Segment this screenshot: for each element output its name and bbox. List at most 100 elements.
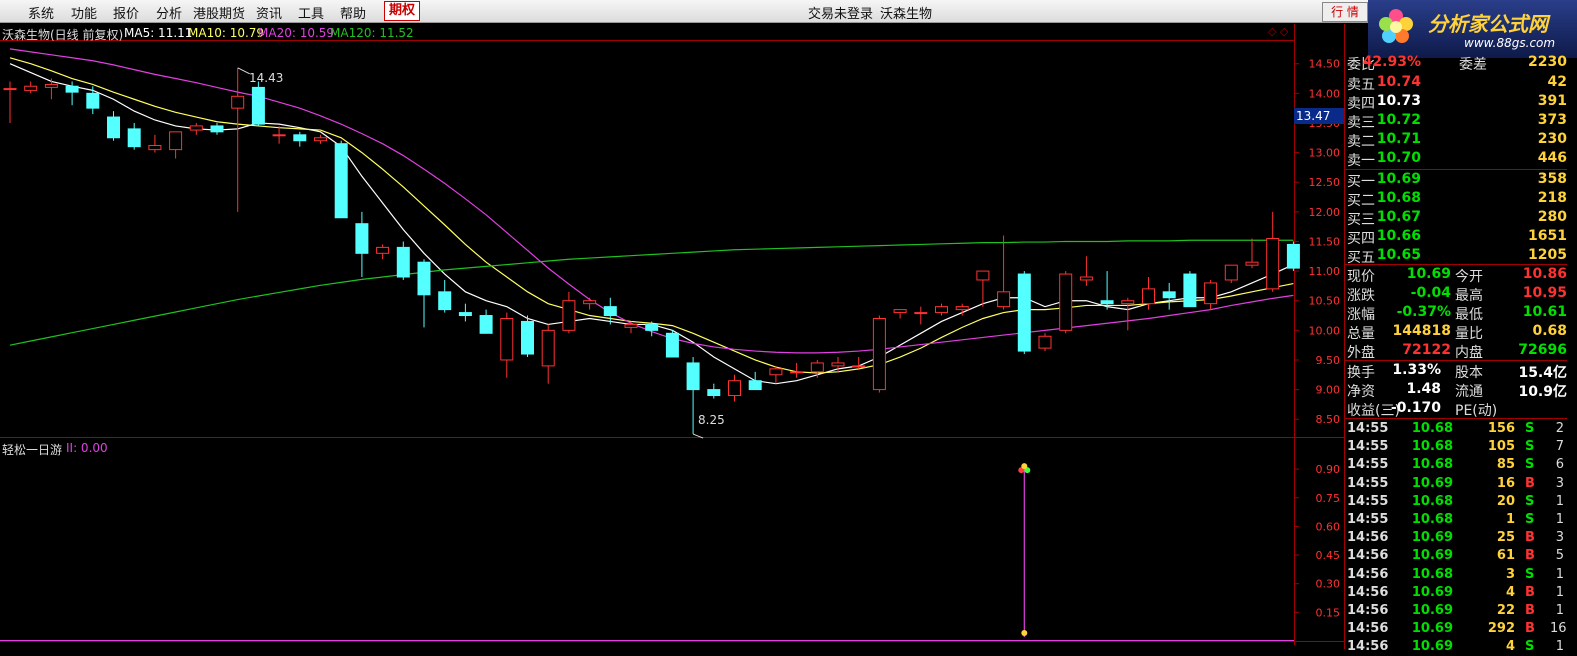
y-tick-label: 11.00 bbox=[1309, 265, 1341, 278]
tick-count: 16 bbox=[1550, 621, 1567, 637]
ask-price: 10.70 bbox=[1376, 150, 1421, 166]
bid-volume: 1651 bbox=[1528, 228, 1567, 244]
tick-time: 14:56 bbox=[1347, 548, 1389, 564]
tick-price: 10.69 bbox=[1411, 639, 1453, 655]
y-tick-label: 12.00 bbox=[1309, 206, 1341, 219]
stat-value: 72696 bbox=[1518, 342, 1567, 358]
tick-time: 14:55 bbox=[1347, 439, 1389, 455]
fund-row: 收益(三) -0.170 PE(动) bbox=[1345, 399, 1567, 419]
ask-volume: 373 bbox=[1537, 112, 1567, 128]
candle-body bbox=[748, 380, 762, 391]
tick-count: 1 bbox=[1555, 584, 1564, 600]
tick-time: 14:55 bbox=[1347, 421, 1389, 436]
separator bbox=[1345, 418, 1567, 419]
tick-side: S bbox=[1525, 421, 1535, 436]
candle-body bbox=[1017, 273, 1031, 352]
ask-price: 10.73 bbox=[1376, 93, 1421, 109]
ask-row: 卖二 10.71 230 bbox=[1345, 130, 1567, 150]
tick-count: 2 bbox=[1555, 421, 1564, 436]
fund-value: -0.170 bbox=[1390, 400, 1441, 416]
tick-time: 14:56 bbox=[1347, 530, 1389, 546]
tick-side: S bbox=[1525, 439, 1535, 455]
tick-row: 14:56 10.68 3 S 1 bbox=[1345, 566, 1567, 584]
candle-body bbox=[728, 380, 741, 397]
separator bbox=[1345, 264, 1567, 265]
stat-row: 外盘 72122 内盘 72696 bbox=[1345, 341, 1567, 361]
tick-volume: 61 bbox=[1496, 548, 1515, 564]
tick-price: 10.68 bbox=[1411, 566, 1453, 582]
stat-value: 10.95 bbox=[1522, 285, 1567, 301]
y-tick-label: 11.50 bbox=[1309, 235, 1341, 248]
stat-value: 10.86 bbox=[1522, 266, 1567, 282]
candle-body bbox=[24, 85, 38, 91]
tick-time: 14:56 bbox=[1347, 639, 1389, 655]
fund-value: 1.33% bbox=[1392, 362, 1441, 378]
bid-price: 10.68 bbox=[1376, 190, 1421, 206]
tick-count: 1 bbox=[1555, 493, 1564, 509]
candle-body bbox=[872, 317, 886, 391]
candle-body bbox=[376, 246, 390, 254]
candle-body bbox=[1286, 243, 1300, 269]
tick-count: 7 bbox=[1555, 439, 1564, 455]
bid-volume: 218 bbox=[1537, 190, 1567, 206]
ask-row: 卖三 10.72 373 bbox=[1345, 111, 1567, 131]
wei-bi-value: 42.93% bbox=[1362, 54, 1421, 70]
tick-side: B bbox=[1525, 475, 1535, 491]
ask-row: 卖五 10.74 42 bbox=[1345, 73, 1567, 93]
chart-canvas[interactable]: 14.5014.0013.5013.0012.5012.0011.5011.00… bbox=[0, 0, 1577, 649]
wei-cha-label: 委差 bbox=[1459, 57, 1487, 71]
tick-row: 14:56 10.69 292 B 16 bbox=[1345, 620, 1567, 638]
tick-volume: 16 bbox=[1496, 475, 1515, 491]
high-annotation: 14.43 bbox=[249, 71, 284, 85]
tick-row: 14:55 10.68 85 S 6 bbox=[1345, 456, 1567, 474]
candle-body bbox=[1204, 282, 1218, 305]
tick-time: 14:56 bbox=[1347, 603, 1389, 618]
candle-body bbox=[1162, 291, 1176, 299]
tick-price: 10.69 bbox=[1411, 530, 1453, 546]
tick-count: 1 bbox=[1555, 603, 1564, 618]
stat-row: 总量 144818 量比 0.68 bbox=[1345, 322, 1567, 342]
candle-body bbox=[790, 371, 804, 374]
tick-row: 14:56 10.69 4 S 1 bbox=[1345, 638, 1567, 656]
candle-body bbox=[562, 300, 576, 331]
tick-price: 10.68 bbox=[1411, 421, 1453, 436]
stat-row: 涨幅 -0.37% 最低 10.61 bbox=[1345, 303, 1567, 323]
tick-count: 6 bbox=[1555, 457, 1564, 473]
tick-side: B bbox=[1525, 603, 1535, 618]
stat-value: 0.68 bbox=[1532, 323, 1567, 339]
fund-label: 换手 bbox=[1347, 365, 1375, 381]
ask-row: 卖四 10.73 391 bbox=[1345, 92, 1567, 112]
tick-row: 14:56 10.69 61 B 5 bbox=[1345, 547, 1567, 565]
bid-volume: 280 bbox=[1537, 209, 1567, 225]
tick-side: B bbox=[1525, 584, 1535, 600]
tick-time: 14:55 bbox=[1347, 512, 1389, 527]
tick-row: 14:55 10.69 16 B 3 bbox=[1345, 475, 1567, 493]
candle-body bbox=[438, 291, 452, 311]
ind-tick-label: 0.15 bbox=[1316, 606, 1341, 619]
tick-volume: 4 bbox=[1505, 584, 1515, 600]
scroll-arrows-icon[interactable]: ◇ ◇ bbox=[1268, 25, 1288, 38]
tick-time: 14:56 bbox=[1347, 584, 1389, 600]
tick-price: 10.68 bbox=[1411, 439, 1453, 455]
candle-body bbox=[272, 134, 286, 137]
candle-body bbox=[107, 116, 120, 139]
candle-body bbox=[645, 323, 659, 331]
tick-side: B bbox=[1525, 621, 1535, 637]
candle-body bbox=[1245, 261, 1259, 266]
ma5-label: MA5: 11.11 bbox=[124, 26, 193, 40]
fund-value: 10.9亿 bbox=[1518, 384, 1567, 400]
candle-body bbox=[251, 86, 265, 125]
bid-price: 10.69 bbox=[1376, 171, 1421, 187]
candle-body bbox=[334, 143, 348, 219]
tick-row: 14:55 10.68 156 S 2 bbox=[1345, 420, 1567, 438]
y-tick-label: 12.50 bbox=[1309, 176, 1341, 189]
tick-volume: 156 bbox=[1487, 421, 1515, 436]
stat-value: -0.37% bbox=[1396, 304, 1451, 320]
candle-body bbox=[148, 144, 162, 151]
candle-body bbox=[127, 128, 141, 148]
separator bbox=[1345, 169, 1567, 170]
ma120-label: MA120: 11.52 bbox=[330, 26, 414, 40]
stat-label: 总量 bbox=[1347, 326, 1375, 342]
tick-volume: 85 bbox=[1496, 457, 1515, 473]
y-tick-label: 13.00 bbox=[1309, 147, 1341, 160]
